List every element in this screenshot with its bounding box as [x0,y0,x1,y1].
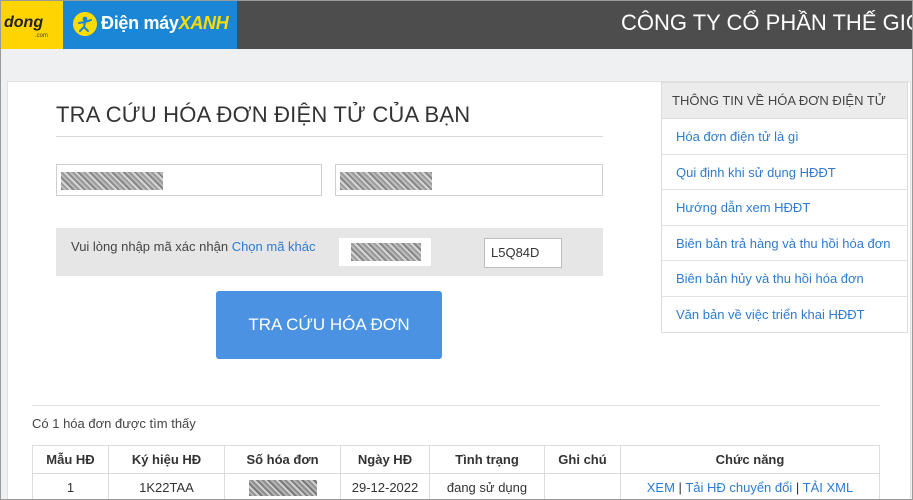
action-separator: | [792,480,803,495]
sidebar-item-cancel-record[interactable]: Biên bản hủy và thu hồi hóa đơn [662,261,907,297]
sidebar-item-view-guide[interactable]: Hướng dẫn xem HĐĐT [662,190,907,226]
title-divider [56,136,603,137]
captcha-section: Vui lòng nhập mã xác nhận Chọn mã khác L… [56,228,603,276]
header-spacer [1,49,912,79]
cell-mau: 1 [32,473,109,499]
table-header-row: Mẫu HĐ Ký hiệu HĐ Số hóa đơn Ngày HĐ Tìn… [32,445,880,474]
main-panel: TRA CỨU HÓA ĐƠN ĐIỆN TỬ CỦA BẠN Vui lòng… [7,81,911,499]
results-table: Mẫu HĐ Ký hiệu HĐ Số hóa đơn Ngày HĐ Tìn… [32,445,880,499]
column-header: Ghi chú [544,445,621,474]
dienmayxanh-logo-text: Điện máyXANH [101,13,229,34]
dienmayxanh-logo-prefix: Điện máy [101,13,179,33]
sidebar-item-what-is-einvoice[interactable]: Hóa đơn điện tử là gì [662,119,907,155]
cell-ghi-chu [544,473,621,499]
results-count: Có 1 hóa đơn được tìm thấy [32,416,196,431]
invoice-lookup-field-1[interactable] [56,164,322,196]
download-xml-link[interactable]: TẢI XML [803,480,854,495]
invoice-lookup-field-2[interactable] [335,164,603,196]
cell-tinh-trang: đang sử dụng [429,473,545,499]
thegioididong-logo[interactable]: dong .com [1,1,63,49]
browser-viewport: dong .com Điện máyXANH CÔNG TY CỔ PHẦN T… [0,0,913,500]
redacted-value [61,172,163,190]
captcha-image [339,238,431,266]
cell-actions: XEM | Tải HĐ chuyển đổi | TẢI XML [620,473,880,499]
search-invoice-button[interactable]: TRA CỨU HÓA ĐƠN [216,291,442,359]
column-header: Ngày HĐ [340,445,430,474]
info-sidebar: THÔNG TIN VỀ HÓA ĐƠN ĐIỆN TỬ Hóa đơn điệ… [661,82,908,333]
thegioididong-logo-domain: .com [35,33,49,39]
cell-ky-hieu: 1K22TAA [108,473,225,499]
sidebar-item-usage-rules[interactable]: Qui định khi sử dụng HĐĐT [662,155,907,190]
sidebar-item-return-record[interactable]: Biên bản trả hàng và thu hồi hóa đơn [662,226,907,261]
captcha-prompt-label: Vui lòng nhập mã xác nhận [71,239,232,254]
column-header: Số hóa đơn [224,445,341,474]
redacted-captcha [351,243,421,261]
table-row: 1 1K22TAA 29-12-2022 đang sử dụng XEM | … [32,473,880,499]
download-converted-link[interactable]: Tải HĐ chuyển đổi [685,480,792,495]
column-header: Chức năng [620,445,880,474]
captcha-input[interactable]: L5Q84D [484,238,562,268]
thegioididong-logo-text: dong [4,14,44,31]
change-captcha-link[interactable]: Chọn mã khác [232,239,316,254]
dienmayxanh-logo[interactable]: Điện máyXANH [63,1,237,49]
page-title: TRA CỨU HÓA ĐƠN ĐIỆN TỬ CỦA BẠN [56,102,471,127]
captcha-prompt: Vui lòng nhập mã xác nhận Chọn mã khác [71,239,316,254]
column-header: Ký hiệu HĐ [108,445,225,474]
company-name: CÔNG TY CỔ PHẦN THẾ GIỚI [621,10,913,35]
results-divider [32,405,880,406]
site-header: dong .com Điện máyXANH CÔNG TY CỔ PHẦN T… [1,1,913,49]
sidebar-heading: THÔNG TIN VỀ HÓA ĐƠN ĐIỆN TỬ [662,83,907,119]
column-header: Tình trạng [429,445,545,474]
view-invoice-link[interactable]: XEM [647,480,675,495]
column-header: Mẫu HĐ [32,445,109,474]
sidebar-item-deployment-docs[interactable]: Văn bản về việc triển khai HĐĐT [662,297,907,333]
action-separator: | [674,480,686,495]
dienmayxanh-logo-highlight: XANH [178,13,229,33]
redacted-value [340,172,432,190]
redacted-invoice-number [248,479,317,496]
cell-so-hoa-don [224,473,341,499]
cell-ngay: 29-12-2022 [340,473,430,499]
dienmayxanh-mascot-icon [73,12,97,36]
